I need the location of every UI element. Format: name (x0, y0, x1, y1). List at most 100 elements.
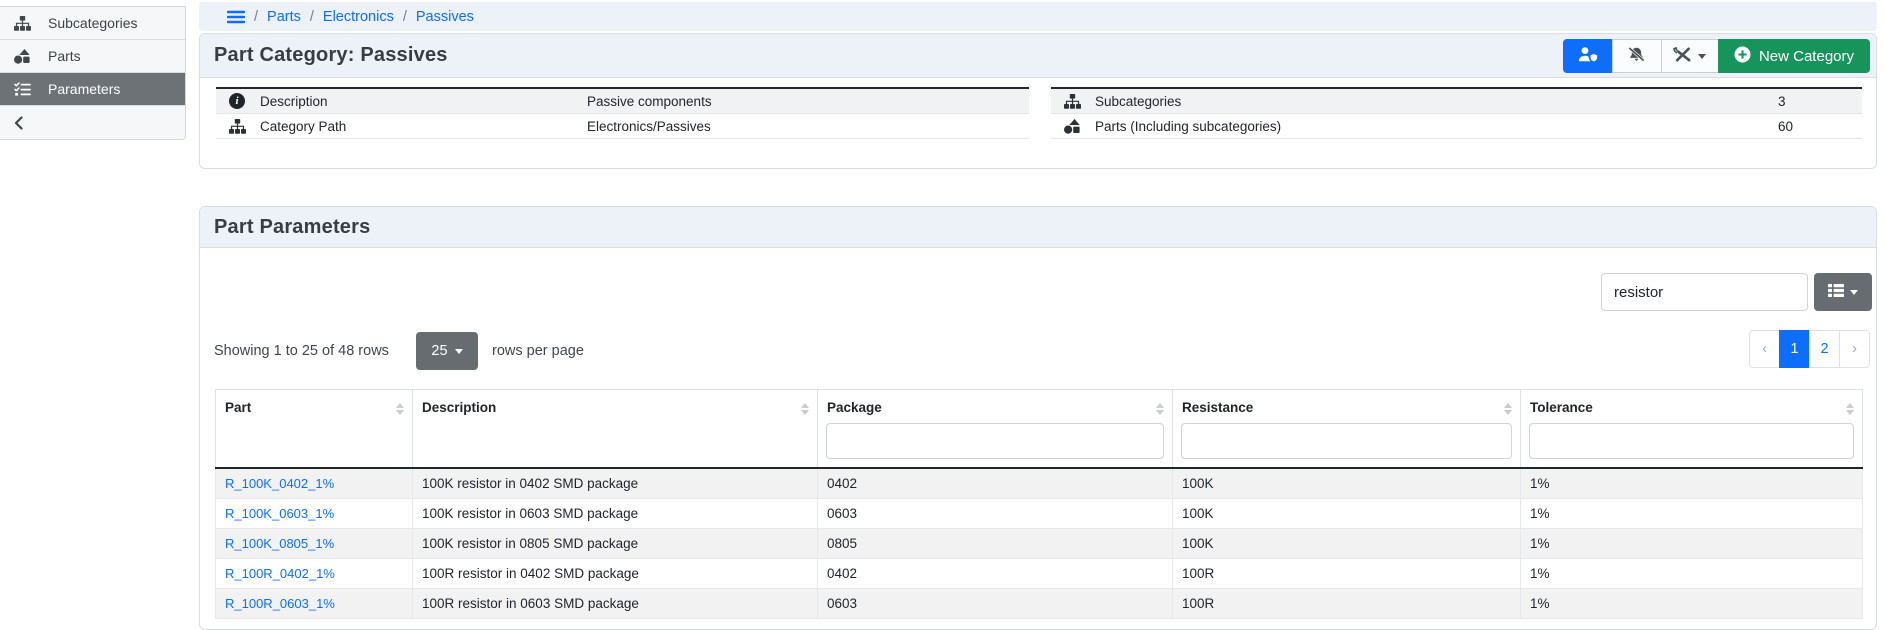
table-row: R_100K_0402_1% 100K resistor in 0402 SMD … (216, 468, 1863, 498)
package-cell: 0603 (818, 498, 1173, 528)
tolerance-cell: 1% (1521, 498, 1863, 528)
sidebar-collapse-button[interactable] (0, 106, 185, 139)
breadcrumb-link-electronics[interactable]: Electronics (323, 9, 394, 25)
column-header-package[interactable]: Package (818, 390, 1173, 469)
column-header-part[interactable]: Part (216, 390, 413, 469)
package-cell: 0402 (818, 468, 1173, 498)
category-card-header: Part Category: Passives New Category (200, 34, 1876, 78)
part-link[interactable]: R_100K_0402_1% (225, 476, 334, 491)
part-link[interactable]: R_100K_0603_1% (225, 506, 334, 521)
page-1-button[interactable]: 1 (1779, 330, 1810, 368)
column-header-description[interactable]: Description (413, 390, 818, 469)
description-cell: 100K resistor in 0402 SMD package (413, 468, 818, 498)
sidebar-item-parameters[interactable]: Parameters (0, 73, 185, 106)
breadcrumb-link-parts[interactable]: Parts (267, 9, 301, 25)
filter-input-tolerance[interactable] (1529, 423, 1854, 459)
package-cell: 0603 (818, 588, 1173, 618)
tools-dropdown-button[interactable] (1661, 39, 1719, 73)
resistance-cell: 100K (1173, 468, 1521, 498)
filter-input-package[interactable] (826, 423, 1164, 459)
chevron-left-icon (14, 116, 48, 130)
shapes-icon (14, 49, 48, 64)
info-circle-icon: i (227, 93, 247, 109)
info-row-category-path: Category Path Electronics/Passives (216, 114, 1029, 139)
category-toolbar: New Category (1563, 39, 1870, 73)
part-link[interactable]: R_100R_0402_1% (225, 566, 335, 581)
page-size-dropdown[interactable]: 25 (416, 332, 478, 370)
category-card: Part Category: Passives New Category i D… (199, 33, 1877, 169)
showing-rows-text: Showing 1 to 25 of 48 rows (214, 332, 389, 370)
sort-icon[interactable] (1846, 403, 1854, 415)
columns-view-dropdown-button[interactable] (1814, 273, 1872, 311)
disable-notifications-button[interactable] (1612, 39, 1662, 73)
sort-icon[interactable] (801, 403, 809, 415)
tolerance-cell: 1% (1521, 468, 1863, 498)
sitemap-icon (227, 119, 247, 134)
table-row: R_100K_0805_1% 100K resistor in 0805 SMD … (216, 528, 1863, 558)
resistance-cell: 100K (1173, 528, 1521, 558)
part-link[interactable]: R_100K_0805_1% (225, 536, 334, 551)
tolerance-cell: 1% (1521, 558, 1863, 588)
menu-icon[interactable] (227, 10, 245, 24)
package-cell: 0805 (818, 528, 1173, 558)
description-cell: 100K resistor in 0805 SMD package (413, 528, 818, 558)
package-cell: 0402 (818, 558, 1173, 588)
sort-icon[interactable] (1504, 403, 1512, 415)
table-row: R_100K_0603_1% 100K resistor in 0603 SMD … (216, 498, 1863, 528)
user-shield-icon (1578, 47, 1598, 65)
tolerance-cell: 1% (1521, 588, 1863, 618)
breadcrumb-link-passives[interactable]: Passives (416, 9, 474, 25)
plus-circle-icon (1734, 46, 1751, 67)
list-check-icon (14, 82, 48, 96)
table-row: R_100R_0603_1% 100R resistor in 0603 SMD … (216, 588, 1863, 618)
breadcrumb: / Parts / Electronics / Passives (199, 2, 1877, 31)
column-header-tolerance[interactable]: Tolerance (1521, 390, 1863, 469)
category-stats-table: Subcategories 3 Parts (Including subcate… (1051, 87, 1862, 139)
description-cell: 100R resistor in 0402 SMD package (413, 558, 818, 588)
page-2-button[interactable]: 2 (1809, 330, 1840, 368)
parameters-table: PartDescriptionPackageResistanceToleranc… (215, 389, 1863, 619)
info-row-subcategories: Subcategories 3 (1051, 89, 1862, 114)
parameters-table-body: R_100K_0402_1% 100K resistor in 0402 SMD … (216, 468, 1863, 618)
section-title: Part Parameters (214, 216, 370, 239)
parameters-card: Part Parameters Showing 1 to 25 of 48 ro… (199, 206, 1877, 630)
sitemap-icon (1062, 94, 1082, 109)
caret-down-icon (1698, 54, 1706, 59)
info-row-description: i Description Passive components (216, 89, 1029, 114)
sort-icon[interactable] (396, 403, 404, 415)
prev-page-button[interactable]: ‹ (1749, 330, 1780, 368)
parameters-card-header: Part Parameters (200, 207, 1876, 248)
sidebar-list: SubcategoriesPartsParameters (0, 7, 185, 139)
sidebar-item-parts[interactable]: Parts (0, 40, 185, 73)
resistance-cell: 100K (1173, 498, 1521, 528)
new-category-button[interactable]: New Category (1718, 39, 1870, 73)
column-header-resistance[interactable]: Resistance (1173, 390, 1521, 469)
search-input[interactable] (1601, 273, 1808, 311)
sitemap-icon (14, 16, 48, 31)
sort-icon[interactable] (1156, 403, 1164, 415)
filter-input-resistance[interactable] (1181, 423, 1512, 459)
table-list-icon (1828, 284, 1844, 300)
resistance-cell: 100R (1173, 558, 1521, 588)
page-title: Part Category: Passives (214, 44, 448, 67)
pagination: ‹ 1 2 › (1749, 330, 1870, 368)
caret-down-icon (455, 349, 463, 354)
caret-down-icon (1850, 290, 1858, 295)
description-cell: 100K resistor in 0603 SMD package (413, 498, 818, 528)
rows-per-page-label: rows per page (492, 332, 584, 370)
next-page-button[interactable]: › (1839, 330, 1870, 368)
parameters-table-head-row: PartDescriptionPackageResistanceToleranc… (216, 390, 1863, 469)
info-row-parts-count: Parts (Including subcategories) 60 (1051, 114, 1862, 139)
table-row: R_100R_0402_1% 100R resistor in 0402 SMD … (216, 558, 1863, 588)
part-link[interactable]: R_100R_0603_1% (225, 596, 335, 611)
sidebar: SubcategoriesPartsParameters (0, 6, 186, 140)
permissions-button[interactable] (1563, 39, 1613, 73)
description-cell: 100R resistor in 0603 SMD package (413, 588, 818, 618)
tolerance-cell: 1% (1521, 528, 1863, 558)
sidebar-item-subcategories[interactable]: Subcategories (0, 7, 185, 40)
category-info-table: i Description Passive components Categor… (216, 87, 1029, 139)
resistance-cell: 100R (1173, 588, 1521, 618)
shapes-icon (1062, 119, 1082, 134)
bell-slash-icon (1627, 47, 1646, 65)
screwdriver-wrench-icon (1673, 47, 1692, 65)
